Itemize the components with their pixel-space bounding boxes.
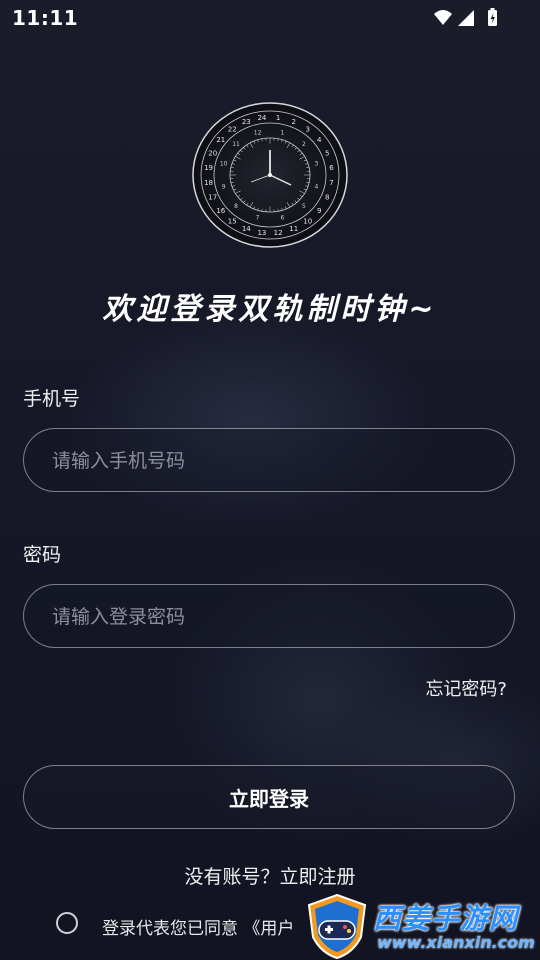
clock-inner-number: 9 xyxy=(222,183,226,190)
clock-outer-number: 16 xyxy=(216,207,225,215)
clock-outer-number: 24 xyxy=(257,114,266,122)
clock-inner-number: 12 xyxy=(254,129,262,136)
password-label: 密码 xyxy=(23,544,62,566)
password-field[interactable] xyxy=(23,584,515,649)
phone-field[interactable] xyxy=(23,428,515,493)
clock-outer-number: 22 xyxy=(228,125,237,133)
clock-outer-number: 21 xyxy=(216,136,225,144)
clock-outer-number: 13 xyxy=(257,229,266,237)
clock-outer-number: 18 xyxy=(204,179,213,187)
clock-outer-number: 20 xyxy=(208,149,217,157)
status-bar: 11:11 xyxy=(0,0,540,36)
clock-inner-number: 8 xyxy=(234,203,238,210)
clock-inner-number: 2 xyxy=(302,141,306,148)
phone-input[interactable] xyxy=(50,429,494,493)
clock-outer-number: 14 xyxy=(242,225,251,233)
clock-outer-number: 15 xyxy=(228,218,237,226)
clock-outer-number: 5 xyxy=(325,149,329,157)
clock-outer-number: 2 xyxy=(291,118,295,126)
clock-logo: 1 234567891011121314151617181920212223 24 … xyxy=(192,102,348,248)
clock-outer-number: 12 xyxy=(274,229,283,237)
clock-inner-number: 10 xyxy=(220,161,228,168)
forgot-password-link[interactable]: 忘记密码? xyxy=(425,675,507,701)
gamepad-shield-icon xyxy=(307,893,367,960)
clock-outer-number: 4 xyxy=(317,136,322,144)
agreement-text[interactable]: 登录代表您已同意 《用户 xyxy=(102,914,294,939)
watermark-url: www.xianxin.com xyxy=(377,933,535,952)
welcome-title: 欢迎登录双轨制时钟~ xyxy=(102,292,438,327)
login-button[interactable]: 立即登录 xyxy=(23,765,515,829)
password-input[interactable] xyxy=(50,585,494,649)
status-icons xyxy=(434,8,497,26)
clock-outer-number: 11 xyxy=(289,225,298,233)
clock-outer-number: 6 xyxy=(329,164,334,172)
watermark-title: 西姜手游网 xyxy=(373,902,519,935)
clock-outer-number: 9 xyxy=(317,207,321,215)
clock-outer-number: 19 xyxy=(204,164,213,172)
phone-label: 手机号 xyxy=(23,388,81,410)
clock-outer-number: 10 xyxy=(303,218,312,226)
clock-outer-number: 8 xyxy=(325,194,329,202)
clock-inner-number: 3 xyxy=(314,161,318,168)
clock-outer-number: 3 xyxy=(306,125,310,133)
clock-inner-number: 11 xyxy=(232,141,240,148)
watermark: 西姜手游网 www.xianxin.com xyxy=(305,893,540,960)
register-link[interactable]: 没有账号？立即注册 xyxy=(0,862,540,889)
clock-outer-number: 1 xyxy=(276,114,280,122)
clock-center-pin xyxy=(268,173,272,177)
clock-outer-number: 17 xyxy=(208,194,217,202)
clock-outer-number: 7 xyxy=(329,179,333,187)
cellular-signal-icon xyxy=(458,10,474,26)
wifi-icon xyxy=(434,10,452,25)
clock-inner-number: 1 xyxy=(281,129,285,136)
clock-inner-number: 7 xyxy=(256,215,260,222)
agreement-checkbox[interactable] xyxy=(56,912,78,934)
status-time: 11:11 xyxy=(12,6,79,30)
clock-outer-number: 23 xyxy=(242,118,251,126)
clock-inner-number: 5 xyxy=(302,203,306,210)
battery-charging-icon xyxy=(488,8,497,26)
clock-inner-number: 4 xyxy=(314,183,318,190)
clock-inner-number: 6 xyxy=(281,215,285,222)
